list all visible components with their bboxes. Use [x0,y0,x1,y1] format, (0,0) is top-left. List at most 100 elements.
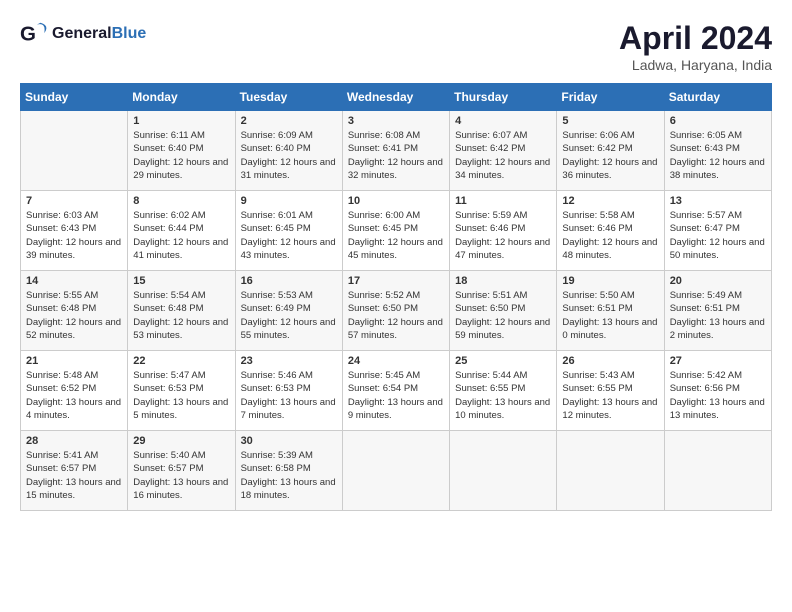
day-number: 24 [348,355,444,367]
header-thursday: Thursday [450,84,557,111]
day-info: Sunrise: 5:53 AMSunset: 6:49 PMDaylight:… [241,289,337,342]
day-number: 2 [241,115,337,127]
calendar-cell: 11 Sunrise: 5:59 AMSunset: 6:46 PMDayligh… [450,191,557,271]
calendar-week-3: 14 Sunrise: 5:55 AMSunset: 6:48 PMDayligh… [21,271,772,351]
day-info: Sunrise: 5:46 AMSunset: 6:53 PMDaylight:… [241,369,337,422]
day-info: Sunrise: 5:48 AMSunset: 6:52 PMDaylight:… [26,369,122,422]
page-header: G GeneralBlue April 2024 Ladwa, Haryana,… [20,20,772,73]
logo-icon: G [20,20,48,48]
day-info: Sunrise: 5:43 AMSunset: 6:55 PMDaylight:… [562,369,658,422]
day-number: 8 [133,195,229,207]
day-number: 27 [670,355,766,367]
calendar-cell: 25 Sunrise: 5:44 AMSunset: 6:55 PMDayligh… [450,351,557,431]
day-info: Sunrise: 6:03 AMSunset: 6:43 PMDaylight:… [26,209,122,262]
calendar-cell: 9 Sunrise: 6:01 AMSunset: 6:45 PMDaylight… [235,191,342,271]
header-sunday: Sunday [21,84,128,111]
svg-text:G: G [20,23,36,46]
day-info: Sunrise: 5:59 AMSunset: 6:46 PMDaylight:… [455,209,551,262]
calendar-cell: 26 Sunrise: 5:43 AMSunset: 6:55 PMDayligh… [557,351,664,431]
month-year-title: April 2024 [619,20,772,57]
calendar-cell: 14 Sunrise: 5:55 AMSunset: 6:48 PMDayligh… [21,271,128,351]
calendar-cell: 8 Sunrise: 6:02 AMSunset: 6:44 PMDaylight… [128,191,235,271]
calendar-cell: 21Sunrise: 5:48 AMSunset: 6:52 PMDayligh… [21,351,128,431]
day-info: Sunrise: 6:11 AMSunset: 6:40 PMDaylight:… [133,129,229,182]
day-info: Sunrise: 5:44 AMSunset: 6:55 PMDaylight:… [455,369,551,422]
day-number: 11 [455,195,551,207]
day-info: Sunrise: 6:06 AMSunset: 6:42 PMDaylight:… [562,129,658,182]
calendar-cell: 27 Sunrise: 5:42 AMSunset: 6:56 PMDayligh… [664,351,771,431]
day-info: Sunrise: 5:52 AMSunset: 6:50 PMDaylight:… [348,289,444,342]
calendar-cell: 19Sunrise: 5:50 AMSunset: 6:51 PMDayligh… [557,271,664,351]
header-friday: Friday [557,84,664,111]
day-info: Sunrise: 5:42 AMSunset: 6:56 PMDaylight:… [670,369,766,422]
calendar-cell: 10 Sunrise: 6:00 AMSunset: 6:45 PMDayligh… [342,191,449,271]
day-number: 22 [133,355,229,367]
day-number: 14 [26,275,122,287]
day-info: Sunrise: 5:45 AMSunset: 6:54 PMDaylight:… [348,369,444,422]
calendar-cell: 23 Sunrise: 5:46 AMSunset: 6:53 PMDayligh… [235,351,342,431]
day-number: 3 [348,115,444,127]
location-subtitle: Ladwa, Haryana, India [619,57,772,73]
calendar-cell [21,111,128,191]
day-number: 12 [562,195,658,207]
calendar-cell [342,431,449,511]
logo-blue: Blue [112,25,147,42]
logo-general: General [52,25,112,42]
day-info: Sunrise: 5:39 AMSunset: 6:58 PMDaylight:… [241,449,337,502]
calendar-cell: 15 Sunrise: 5:54 AMSunset: 6:48 PMDayligh… [128,271,235,351]
header-wednesday: Wednesday [342,84,449,111]
calendar-cell: 7Sunrise: 6:03 AMSunset: 6:43 PMDaylight… [21,191,128,271]
calendar-cell: 17 Sunrise: 5:52 AMSunset: 6:50 PMDayligh… [342,271,449,351]
day-number: 1 [133,115,229,127]
day-info: Sunrise: 5:55 AMSunset: 6:48 PMDaylight:… [26,289,122,342]
day-number: 15 [133,275,229,287]
day-number: 6 [670,115,766,127]
logo: G GeneralBlue [20,20,146,48]
header-monday: Monday [128,84,235,111]
calendar-header-row: SundayMondayTuesdayWednesdayThursdayFrid… [21,84,772,111]
day-info: Sunrise: 6:02 AMSunset: 6:44 PMDaylight:… [133,209,229,262]
calendar-cell: 20 Sunrise: 5:49 AMSunset: 6:51 PMDayligh… [664,271,771,351]
calendar-cell: 5 Sunrise: 6:06 AMSunset: 6:42 PMDaylight… [557,111,664,191]
day-info: Sunrise: 6:08 AMSunset: 6:41 PMDaylight:… [348,129,444,182]
day-info: Sunrise: 5:58 AMSunset: 6:46 PMDaylight:… [562,209,658,262]
calendar-week-5: 28Sunrise: 5:41 AMSunset: 6:57 PMDayligh… [21,431,772,511]
day-number: 5 [562,115,658,127]
calendar-cell [450,431,557,511]
calendar-cell: 1 Sunrise: 6:11 AMSunset: 6:40 PMDaylight… [128,111,235,191]
day-info: Sunrise: 5:40 AMSunset: 6:57 PMDaylight:… [133,449,229,502]
day-number: 26 [562,355,658,367]
header-tuesday: Tuesday [235,84,342,111]
day-info: Sunrise: 6:00 AMSunset: 6:45 PMDaylight:… [348,209,444,262]
day-number: 17 [348,275,444,287]
day-number: 10 [348,195,444,207]
calendar-cell: 18Sunrise: 5:51 AMSunset: 6:50 PMDayligh… [450,271,557,351]
calendar-cell: 13Sunrise: 5:57 AMSunset: 6:47 PMDayligh… [664,191,771,271]
day-info: Sunrise: 5:50 AMSunset: 6:51 PMDaylight:… [562,289,658,342]
day-info: Sunrise: 5:49 AMSunset: 6:51 PMDaylight:… [670,289,766,342]
day-info: Sunrise: 5:54 AMSunset: 6:48 PMDaylight:… [133,289,229,342]
calendar-cell: 3 Sunrise: 6:08 AMSunset: 6:41 PMDaylight… [342,111,449,191]
day-number: 13 [670,195,766,207]
calendar-cell: 24 Sunrise: 5:45 AMSunset: 6:54 PMDayligh… [342,351,449,431]
calendar-cell: 6Sunrise: 6:05 AMSunset: 6:43 PMDaylight… [664,111,771,191]
day-number: 4 [455,115,551,127]
day-number: 30 [241,435,337,447]
day-number: 9 [241,195,337,207]
calendar-cell: 30 Sunrise: 5:39 AMSunset: 6:58 PMDayligh… [235,431,342,511]
day-info: Sunrise: 6:01 AMSunset: 6:45 PMDaylight:… [241,209,337,262]
day-number: 23 [241,355,337,367]
calendar-week-2: 7Sunrise: 6:03 AMSunset: 6:43 PMDaylight… [21,191,772,271]
day-info: Sunrise: 6:09 AMSunset: 6:40 PMDaylight:… [241,129,337,182]
day-number: 20 [670,275,766,287]
day-number: 29 [133,435,229,447]
day-number: 25 [455,355,551,367]
calendar-table: SundayMondayTuesdayWednesdayThursdayFrid… [20,83,772,511]
calendar-cell: 4Sunrise: 6:07 AMSunset: 6:42 PMDaylight… [450,111,557,191]
calendar-cell: 16Sunrise: 5:53 AMSunset: 6:49 PMDayligh… [235,271,342,351]
calendar-cell: 22Sunrise: 5:47 AMSunset: 6:53 PMDayligh… [128,351,235,431]
day-info: Sunrise: 5:41 AMSunset: 6:57 PMDaylight:… [26,449,122,502]
calendar-cell [557,431,664,511]
calendar-cell [664,431,771,511]
day-info: Sunrise: 5:51 AMSunset: 6:50 PMDaylight:… [455,289,551,342]
